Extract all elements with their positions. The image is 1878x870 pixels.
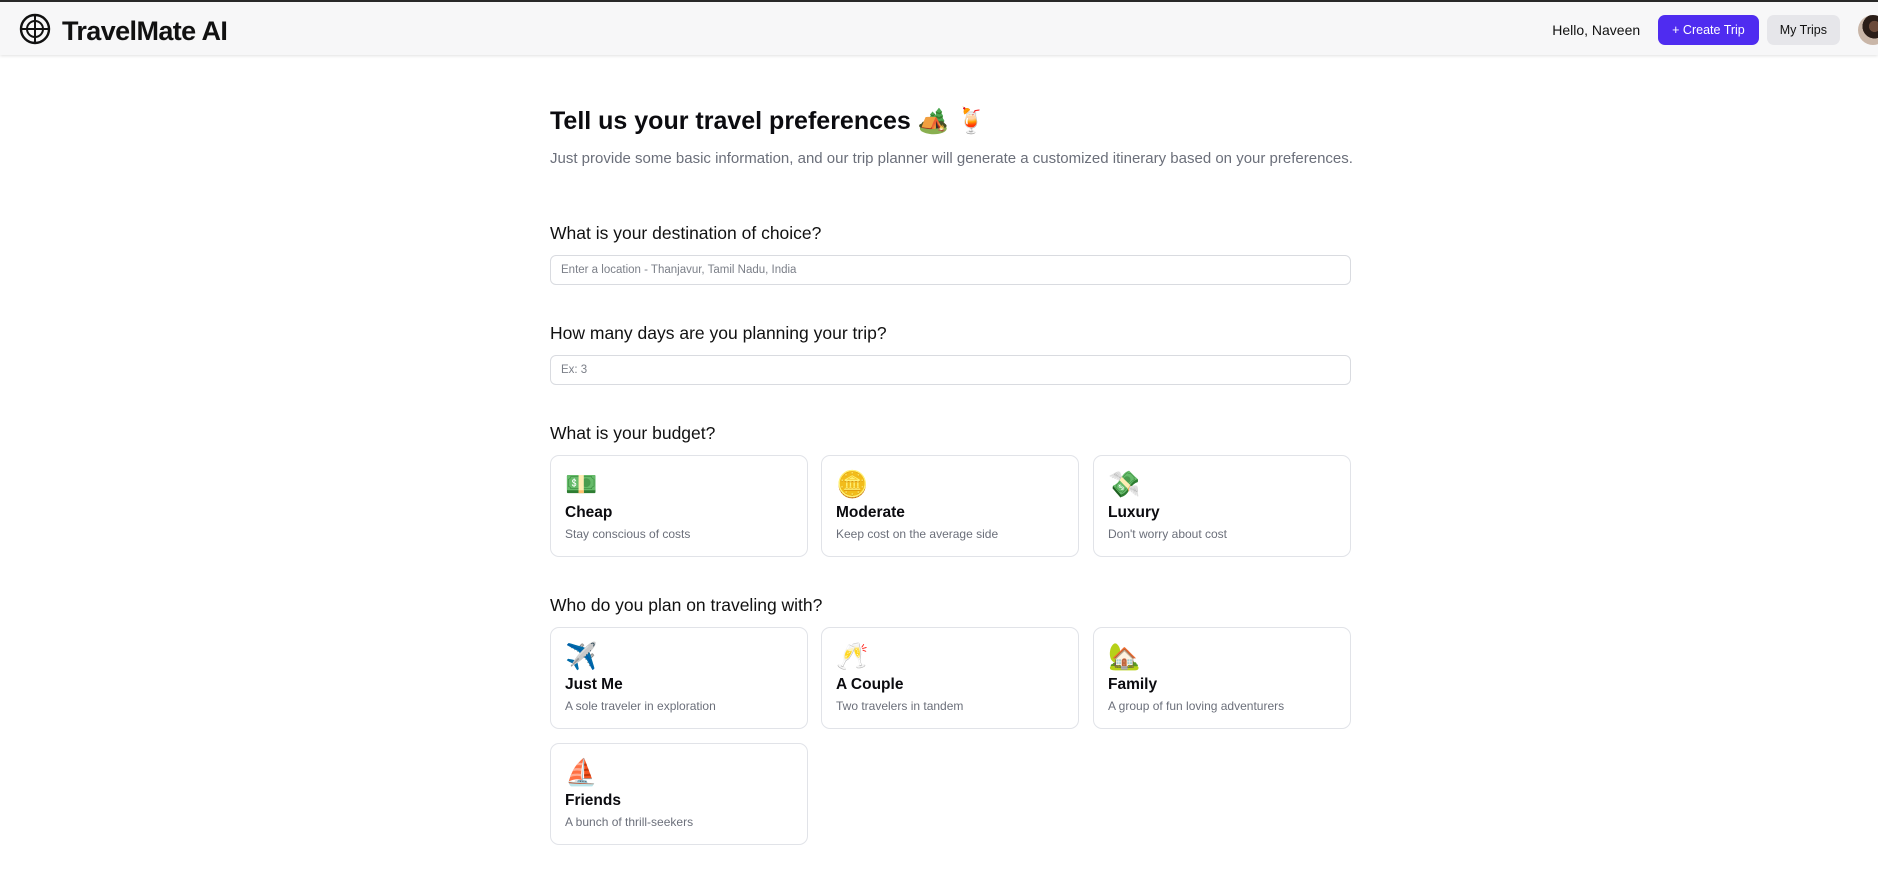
create-trip-button[interactable]: + Create Trip <box>1658 15 1759 45</box>
budget-option-cheap[interactable]: 💵 Cheap Stay conscious of costs <box>550 455 808 557</box>
brand-name: TravelMate AI <box>62 16 228 46</box>
companion-option-family[interactable]: 🏡 Family A group of fun loving adventure… <box>1093 627 1351 729</box>
companion-option-title: A Couple <box>836 676 904 693</box>
money-with-wings-icon: 💸 <box>1108 470 1141 500</box>
sailboat-icon: ⛵ <box>565 758 598 788</box>
days-input[interactable] <box>550 355 1351 385</box>
avatar[interactable] <box>1858 15 1878 45</box>
brand[interactable]: TravelMate AI <box>18 12 228 51</box>
companion-option-desc: A bunch of thrill-seekers <box>565 815 694 829</box>
house-icon: 🏡 <box>1108 642 1141 672</box>
cash-icon: 💵 <box>565 470 598 500</box>
companion-option-title: Just Me <box>565 676 623 693</box>
budget-option-title: Luxury <box>1108 504 1160 521</box>
budget-option-moderate[interactable]: 🪙 Moderate Keep cost on the average side <box>821 455 1079 557</box>
budget-option-desc: Keep cost on the average side <box>836 527 999 541</box>
budget-option-desc: Stay conscious of costs <box>565 527 691 541</box>
companion-option-title: Family <box>1108 676 1158 693</box>
days-label: How many days are you planning your trip… <box>550 323 887 343</box>
clinking-glasses-icon: 🥂 <box>836 642 869 672</box>
page-title: Tell us your travel preferences 🏕️ 🍹 <box>550 107 987 135</box>
airplane-icon: ✈️ <box>565 642 598 672</box>
companion-option-desc: Two travelers in tandem <box>836 699 964 713</box>
companion-option-desc: A sole traveler in exploration <box>565 699 716 713</box>
budget-option-title: Cheap <box>565 504 613 521</box>
coin-icon: 🪙 <box>836 470 869 500</box>
page-subtitle: Just provide some basic information, and… <box>550 150 1353 167</box>
companion-option-just-me[interactable]: ✈️ Just Me A sole traveler in exploratio… <box>550 627 808 729</box>
companion-option-friends[interactable]: ⛵ Friends A bunch of thrill-seekers <box>550 743 808 845</box>
budget-label: What is your budget? <box>550 423 716 443</box>
companion-option-title: Friends <box>565 792 621 809</box>
destination-input[interactable] <box>550 255 1351 285</box>
companions-label: Who do you plan on traveling with? <box>550 595 823 615</box>
budget-option-desc: Don't worry about cost <box>1108 527 1228 541</box>
globe-logo-icon <box>18 12 52 51</box>
budget-option-title: Moderate <box>836 504 905 521</box>
app-header: TravelMate AI Hello, Naveen + Create Tri… <box>0 2 1878 55</box>
my-trips-button[interactable]: My Trips <box>1766 15 1840 45</box>
companion-option-couple[interactable]: 🥂 A Couple Two travelers in tandem <box>821 627 1079 729</box>
companion-option-desc: A group of fun loving adventurers <box>1108 699 1285 713</box>
budget-option-luxury[interactable]: 💸 Luxury Don't worry about cost <box>1093 455 1351 557</box>
destination-label: What is your destination of choice? <box>550 223 822 243</box>
header-actions: Hello, Naveen + Create Trip My Trips <box>1552 14 1878 46</box>
user-greeting: Hello, Naveen <box>1552 22 1641 38</box>
